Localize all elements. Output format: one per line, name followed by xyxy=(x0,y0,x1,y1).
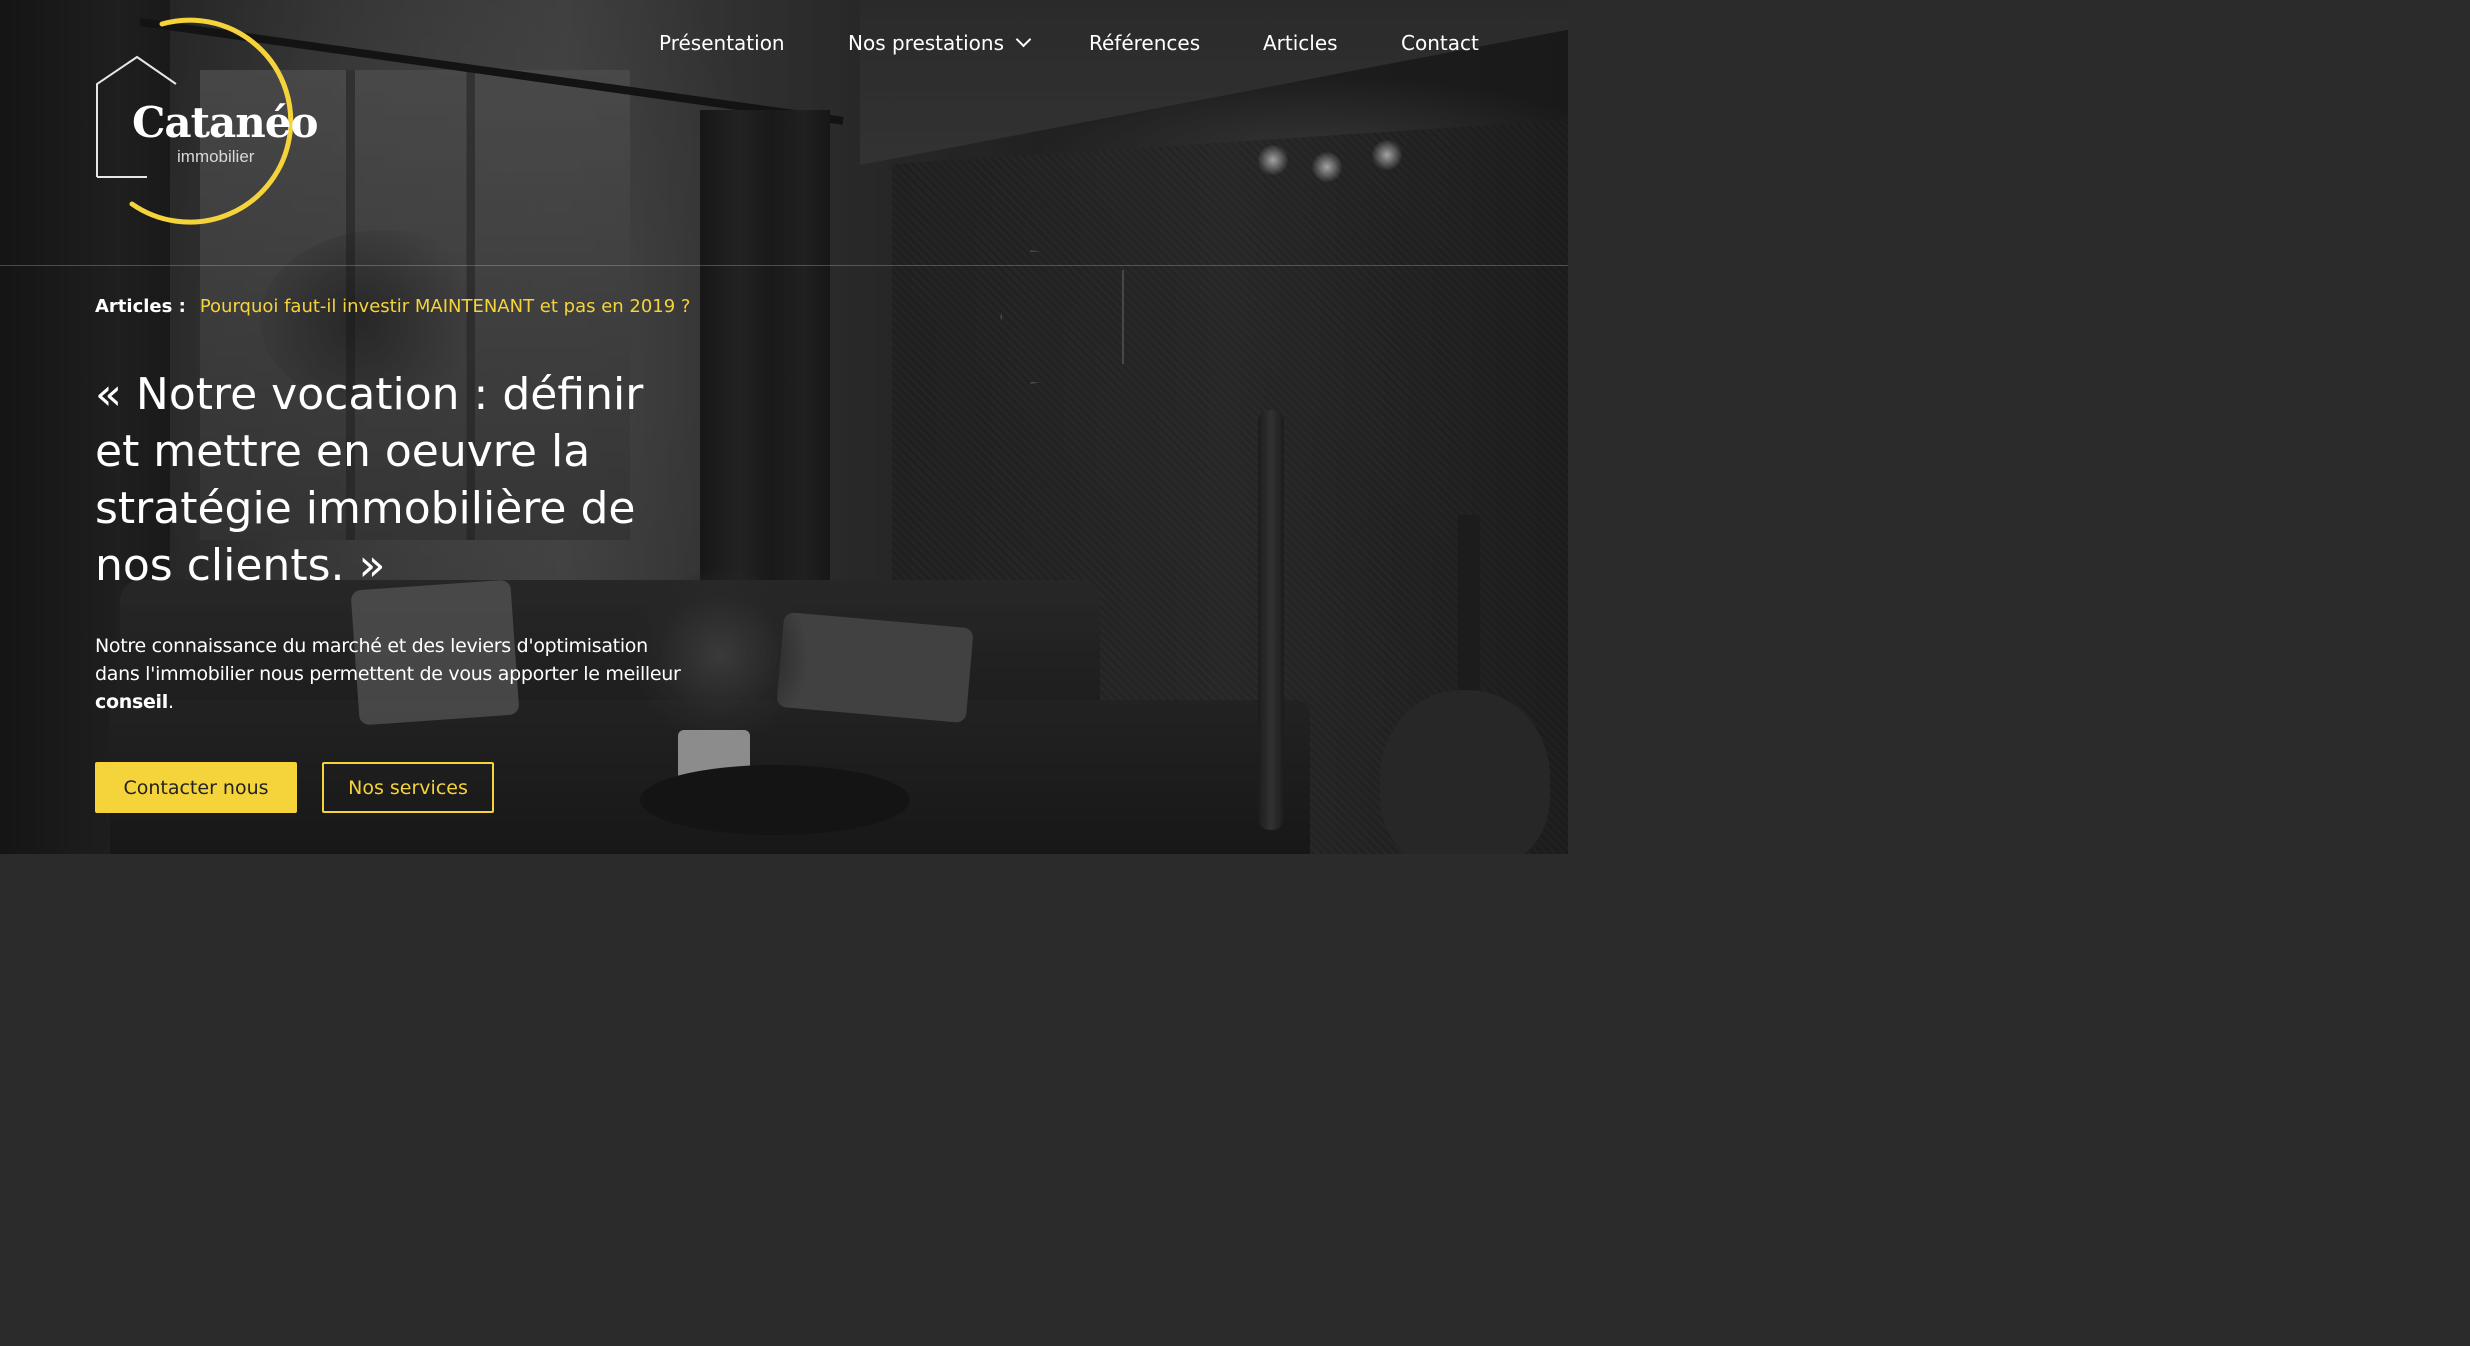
services-button[interactable]: Nos services xyxy=(322,762,494,813)
logo-name: Catanéo xyxy=(132,98,319,147)
article-label: Articles : xyxy=(95,296,186,317)
intro-bold: conseil xyxy=(95,691,168,713)
hero-section: Catanéo immobilier Présentation Nos pres… xyxy=(0,0,1568,854)
background-pillow xyxy=(776,611,974,724)
background-wall xyxy=(892,120,1568,854)
background-shelf xyxy=(1000,250,1124,384)
intro-end: . xyxy=(167,691,174,713)
background-guitar-neck xyxy=(1458,515,1480,755)
contact-button[interactable]: Contacter nous xyxy=(95,762,297,813)
background-ceiling xyxy=(860,0,1568,165)
hero-intro: Notre connaissance du marché et des levi… xyxy=(95,632,695,716)
header-divider xyxy=(0,265,1568,266)
nav-item-nos-prestations[interactable]: Nos prestations xyxy=(848,28,1032,58)
nav-item-contact[interactable]: Contact xyxy=(1401,28,1479,58)
article-ticker: Articles : Pourquoi faut-il investir MAIN… xyxy=(95,294,691,320)
nav-item-references[interactable]: Références xyxy=(1089,28,1200,58)
nav-item-articles[interactable]: Articles xyxy=(1263,28,1338,58)
background-guitar-body xyxy=(1380,690,1550,854)
nav-item-presentation[interactable]: Présentation xyxy=(659,28,785,58)
background-cactus xyxy=(1258,410,1284,830)
article-link[interactable]: Pourquoi faut-il investir MAINTENANT et … xyxy=(200,296,691,317)
background-lamp xyxy=(1258,145,1288,175)
background-plant-pot xyxy=(678,730,750,820)
nav-item-label: Nos prestations xyxy=(848,31,1005,55)
background-lamp xyxy=(1312,152,1342,182)
background-lamp xyxy=(1372,140,1402,170)
intro-text: Notre connaissance du marché et des levi… xyxy=(95,635,681,685)
logo-subtitle: immobilier xyxy=(177,147,255,166)
background-curtain-right xyxy=(700,110,830,630)
background-table xyxy=(640,765,910,835)
main-nav: Présentation Nos prestations Références … xyxy=(0,28,1568,58)
hero-headline: « Notre vocation : définir et mettre en … xyxy=(95,369,644,591)
chevron-down-icon xyxy=(1015,31,1032,48)
